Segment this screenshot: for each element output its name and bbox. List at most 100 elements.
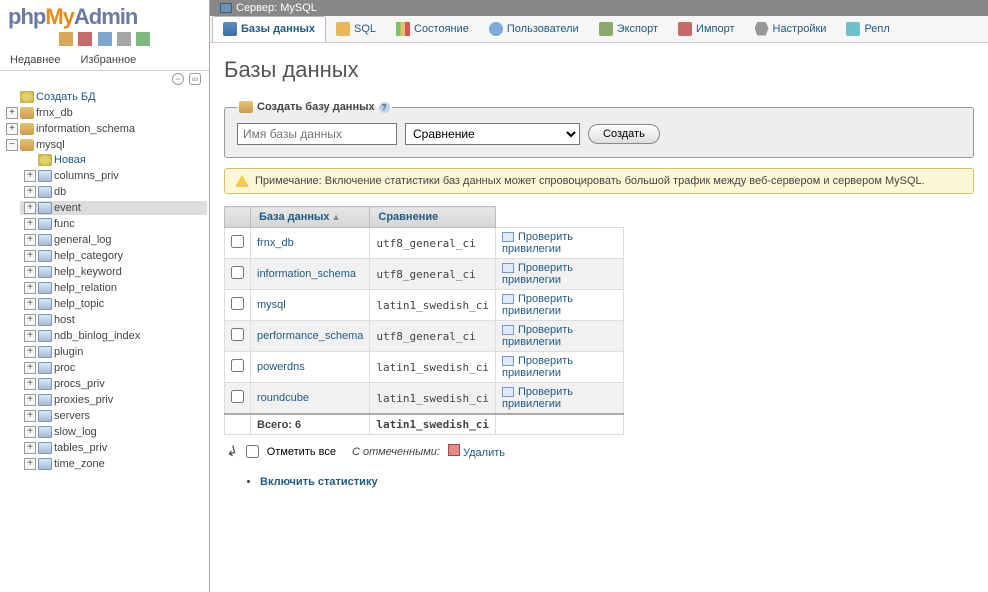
row-checkbox[interactable] bbox=[231, 328, 244, 341]
main: Сервер: MySQL Базы данныхSQLСостояниеПол… bbox=[210, 0, 988, 592]
expand-icon[interactable]: + bbox=[24, 346, 36, 358]
table-tree-item[interactable]: help_topic bbox=[54, 298, 104, 310]
tab-базы-данных[interactable]: Базы данных bbox=[212, 16, 326, 43]
database-icon bbox=[20, 107, 34, 119]
tab-экспорт[interactable]: Экспорт bbox=[589, 16, 668, 42]
tab-настройки[interactable]: Настройки bbox=[745, 16, 837, 42]
docs-icon[interactable] bbox=[117, 32, 131, 46]
expand-icon[interactable]: + bbox=[24, 458, 36, 470]
expand-icon[interactable]: + bbox=[24, 442, 36, 454]
table-tree-item[interactable]: procs_priv bbox=[54, 378, 105, 390]
expand-icon[interactable]: + bbox=[24, 298, 36, 310]
check-all-link[interactable]: Отметить все bbox=[267, 446, 336, 458]
db-name-input[interactable] bbox=[237, 123, 397, 145]
table-tree-item[interactable]: host bbox=[54, 314, 75, 326]
expand-icon[interactable]: + bbox=[24, 282, 36, 294]
sql-icon[interactable] bbox=[98, 32, 112, 46]
row-checkbox[interactable] bbox=[231, 390, 244, 403]
new-table-link[interactable]: Новая bbox=[54, 154, 86, 166]
create-db-fieldset: Создать базу данных ? Сравнение Создать bbox=[224, 101, 974, 158]
create-db-link[interactable]: Создать БД bbox=[36, 91, 96, 103]
table-tree-item[interactable]: tables_priv bbox=[54, 442, 107, 454]
table-tree-item[interactable]: columns_priv bbox=[54, 170, 119, 182]
row-checkbox[interactable] bbox=[231, 235, 244, 248]
expand-icon[interactable]: + bbox=[24, 394, 36, 406]
check-all-checkbox[interactable] bbox=[246, 445, 259, 458]
tab-состояние[interactable]: Состояние bbox=[386, 16, 479, 42]
th-database[interactable]: База данных▲ bbox=[251, 207, 370, 228]
enable-stats-link[interactable]: Включить статистику bbox=[260, 476, 378, 488]
logo[interactable]: phpMyAdmin bbox=[0, 0, 209, 30]
table-tree-item[interactable]: plugin bbox=[54, 346, 83, 358]
collapse-icon[interactable]: − bbox=[172, 73, 184, 85]
tab-пользователи[interactable]: Пользователи bbox=[479, 16, 589, 42]
table-tree-item[interactable]: ndb_binlog_index bbox=[54, 330, 140, 342]
tab-репл[interactable]: Репл bbox=[836, 16, 899, 42]
expand-icon[interactable]: + bbox=[24, 426, 36, 438]
row-checkbox[interactable] bbox=[231, 297, 244, 310]
expand-icon[interactable]: + bbox=[24, 362, 36, 374]
logo-toolbar bbox=[0, 30, 209, 50]
expand-icon[interactable]: + bbox=[24, 202, 36, 214]
th-collation[interactable]: Сравнение bbox=[370, 207, 496, 228]
help-icon[interactable]: ? bbox=[379, 102, 390, 113]
table-tree-item[interactable]: slow_log bbox=[54, 426, 97, 438]
table-icon bbox=[38, 346, 52, 358]
collapse-icon[interactable]: − bbox=[6, 139, 18, 151]
collation-select[interactable]: Сравнение bbox=[405, 123, 580, 145]
database-icon bbox=[20, 123, 34, 135]
db-link[interactable]: mysql bbox=[257, 299, 286, 311]
db-link[interactable]: powerdns bbox=[257, 361, 305, 373]
db-tree-item[interactable]: frnx_db bbox=[36, 107, 73, 119]
table-tree-item[interactable]: proxies_priv bbox=[54, 394, 113, 406]
row-checkbox[interactable] bbox=[231, 359, 244, 372]
expand-icon[interactable]: + bbox=[6, 107, 18, 119]
tab-sql[interactable]: SQL bbox=[326, 16, 386, 42]
home-icon[interactable] bbox=[59, 32, 73, 46]
privileges-icon bbox=[502, 325, 514, 335]
expand-icon[interactable]: + bbox=[24, 330, 36, 342]
tab-импорт[interactable]: Импорт bbox=[668, 16, 744, 42]
db-tree-item[interactable]: mysql bbox=[36, 139, 65, 151]
table-tree-item[interactable]: event bbox=[54, 202, 81, 214]
db-link[interactable]: information_schema bbox=[257, 268, 356, 280]
db-tree-item[interactable]: information_schema bbox=[36, 123, 135, 135]
expand-icon[interactable]: + bbox=[24, 410, 36, 422]
create-button[interactable]: Создать bbox=[588, 124, 660, 144]
expand-icon[interactable]: + bbox=[24, 314, 36, 326]
favorite-tab[interactable]: Избранное bbox=[71, 50, 147, 70]
total-collation: latin1_swedish_ci bbox=[370, 414, 496, 435]
expand-icon[interactable]: + bbox=[24, 186, 36, 198]
table-tree-item[interactable]: help_keyword bbox=[54, 266, 122, 278]
exit-icon[interactable] bbox=[78, 32, 92, 46]
recent-tab[interactable]: Недавнее bbox=[0, 50, 71, 70]
reload-icon[interactable] bbox=[136, 32, 150, 46]
expand-icon[interactable]: + bbox=[24, 378, 36, 390]
delete-link[interactable]: Удалить bbox=[463, 447, 505, 459]
nav-toggle: − ∞ bbox=[0, 71, 209, 89]
expand-icon[interactable]: + bbox=[6, 123, 18, 135]
table-tree-item[interactable]: general_log bbox=[54, 234, 112, 246]
db-link[interactable]: roundcube bbox=[257, 392, 309, 404]
expand-icon[interactable]: + bbox=[24, 218, 36, 230]
create-db-legend: Создать базу данных bbox=[257, 101, 375, 113]
db-link[interactable]: performance_schema bbox=[257, 330, 363, 342]
expand-icon[interactable]: + bbox=[24, 250, 36, 262]
db-link[interactable]: frnx_db bbox=[257, 237, 294, 249]
link-icon[interactable]: ∞ bbox=[189, 73, 201, 85]
expand-icon[interactable]: + bbox=[24, 266, 36, 278]
table-tree-item[interactable]: db bbox=[54, 186, 66, 198]
expand-icon[interactable]: + bbox=[24, 234, 36, 246]
sort-asc-icon: ▲ bbox=[332, 212, 341, 222]
table-tree-item[interactable]: servers bbox=[54, 410, 90, 422]
table-tree-item[interactable]: proc bbox=[54, 362, 75, 374]
nav-tabs: Недавнее Избранное bbox=[0, 50, 209, 71]
table-tree-item[interactable]: func bbox=[54, 218, 75, 230]
table-tree-item[interactable]: time_zone bbox=[54, 458, 105, 470]
expand-icon[interactable]: + bbox=[24, 170, 36, 182]
table-tree-item[interactable]: help_relation bbox=[54, 282, 117, 294]
table-tree-item[interactable]: help_category bbox=[54, 250, 123, 262]
row-checkbox[interactable] bbox=[231, 266, 244, 279]
collation-cell: utf8_general_ci bbox=[370, 321, 496, 352]
tab-icon bbox=[678, 22, 692, 36]
